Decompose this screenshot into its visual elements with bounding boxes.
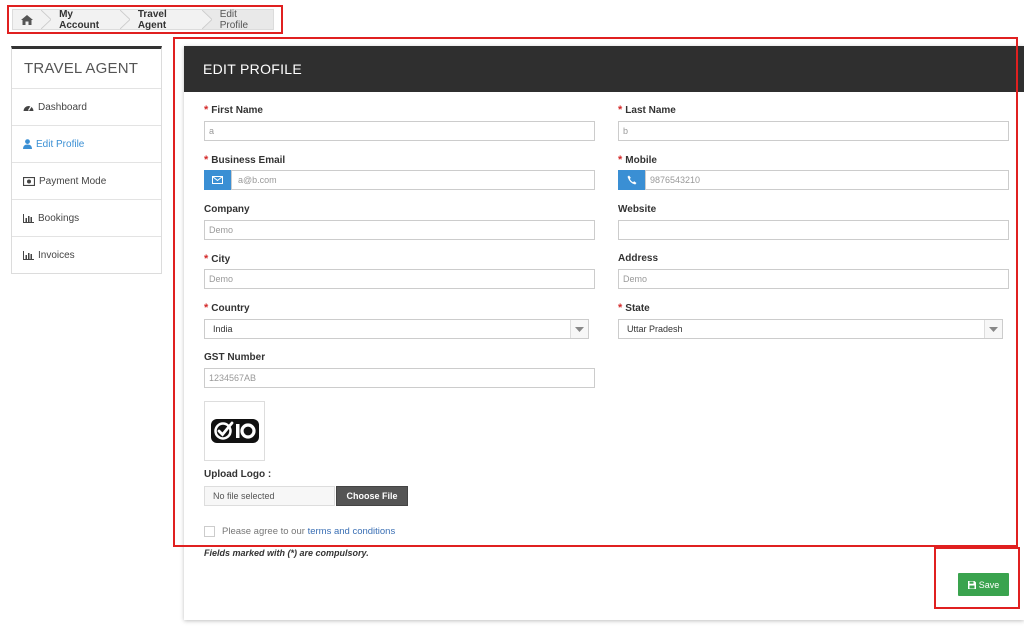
last-name-input[interactable]: b (618, 121, 1009, 141)
gst-number-input[interactable]: 1234567AB (204, 368, 595, 388)
state-select-value: Uttar Pradesh (627, 324, 683, 334)
sidebar-item-edit-profile[interactable]: Edit Profile (12, 126, 161, 163)
address-label: Address (618, 253, 659, 264)
phone-icon (627, 175, 636, 185)
website-label: Website (618, 204, 657, 215)
company-input[interactable]: Demo (204, 220, 595, 240)
state-label: * State (618, 302, 650, 314)
sidebar-item-bookings-label: Bookings (38, 212, 80, 224)
terms-text: Please agree to our terms and conditions (222, 525, 396, 537)
company-logo-image (210, 419, 259, 443)
upload-logo-label: Upload Logo : (204, 469, 272, 480)
sidebar-item-payment-mode[interactable]: Payment Mode (12, 163, 161, 200)
sidebar-item-payment-mode-label: Payment Mode (39, 175, 107, 187)
floppy-icon (967, 580, 976, 589)
first-name-input[interactable]: a (204, 121, 595, 141)
file-status: No file selected (204, 486, 335, 506)
first-name-label: * First Name (204, 104, 263, 116)
mobile-input[interactable]: 9876543210 (645, 170, 1009, 190)
logo-preview (204, 401, 265, 461)
sidebar-item-invoices-label: Invoices (38, 250, 75, 261)
company-label: Company (204, 204, 250, 215)
envelope-icon (212, 176, 223, 184)
chevron-down-icon (570, 320, 588, 338)
sidebar: TRAVEL AGENT Dashboard Edit Profile Paym… (11, 46, 162, 274)
business-email-input[interactable]: a@b.com (231, 170, 595, 190)
email-addon (204, 170, 231, 190)
mobile-label: * Mobile (618, 154, 657, 166)
sidebar-item-edit-profile-label: Edit Profile (36, 138, 85, 150)
money-icon (23, 176, 35, 186)
country-select[interactable]: India (204, 319, 589, 339)
dashboard-icon (23, 105, 34, 111)
compulsory-note: Fields marked with (*) are compulsory. (204, 548, 369, 558)
save-button-label: Save (978, 579, 1000, 590)
sidebar-item-dashboard[interactable]: Dashboard (12, 89, 161, 126)
terms-checkbox[interactable] (204, 525, 215, 537)
country-label: * Country (204, 302, 250, 314)
bar-chart-icon (23, 213, 34, 223)
gst-number-label: GST Number (204, 352, 266, 363)
choose-file-button[interactable]: Choose File (336, 486, 408, 506)
phone-addon (618, 170, 645, 190)
sidebar-item-bookings[interactable]: Bookings (12, 200, 161, 237)
business-email-label: * Business Email (204, 154, 286, 166)
terms-row: Please agree to our terms and conditions (204, 525, 395, 537)
terms-link[interactable]: terms and conditions (308, 526, 396, 537)
city-label: * City (204, 253, 231, 265)
bar-chart-icon (23, 251, 34, 260)
panel-title: EDIT PROFILE (184, 46, 1024, 92)
state-select[interactable]: Uttar Pradesh (618, 319, 1003, 339)
city-input[interactable]: Demo (204, 269, 595, 289)
sidebar-title: TRAVEL AGENT (12, 49, 161, 89)
sidebar-item-dashboard-label: Dashboard (38, 101, 87, 113)
save-button[interactable]: Save (958, 573, 1009, 596)
sidebar-item-invoices[interactable]: Invoices (12, 237, 161, 274)
address-input[interactable]: Demo (618, 269, 1009, 289)
country-select-value: India (213, 324, 233, 334)
breadcrumb-highlight (7, 5, 283, 34)
last-name-label: * Last Name (618, 104, 676, 116)
website-input[interactable] (618, 220, 1009, 240)
user-icon (23, 139, 32, 149)
chevron-down-icon (984, 320, 1002, 338)
